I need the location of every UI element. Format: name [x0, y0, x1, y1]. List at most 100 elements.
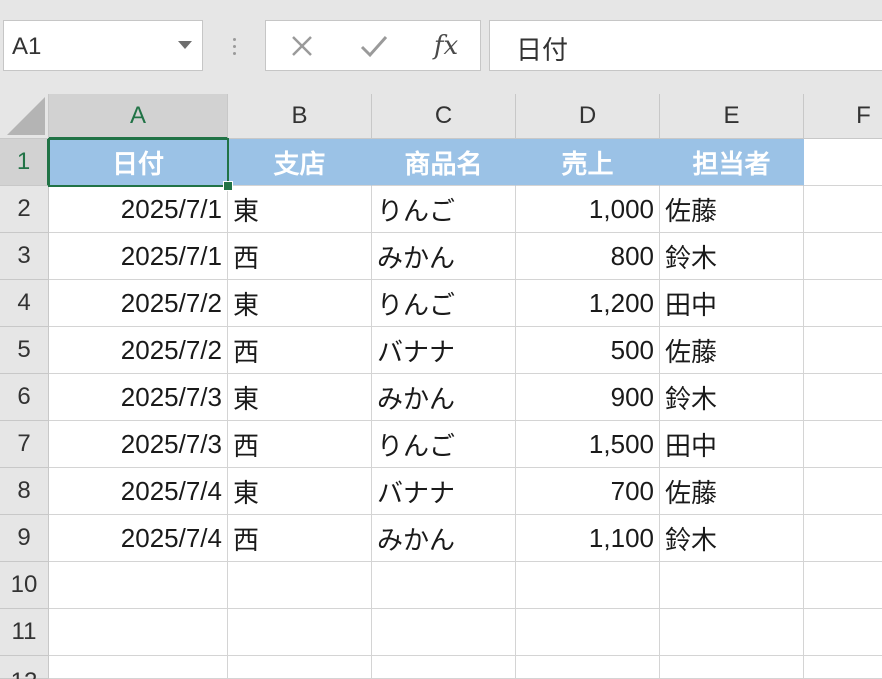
cancel-button[interactable]	[282, 27, 322, 65]
cell-d4[interactable]: 1,200	[516, 280, 660, 327]
cell-f1[interactable]	[804, 139, 882, 186]
column-header-b[interactable]: B	[228, 94, 372, 139]
row-header-3[interactable]: 3	[0, 233, 49, 280]
cell-d12[interactable]	[516, 656, 660, 679]
cell-e5[interactable]: 佐藤	[660, 327, 804, 374]
cell-f2[interactable]	[804, 186, 882, 233]
row-header-11[interactable]: 11	[0, 609, 49, 656]
column-header-e[interactable]: E	[660, 94, 804, 139]
cell-b9[interactable]: 西	[228, 515, 372, 562]
column-header-d[interactable]: D	[516, 94, 660, 139]
cell-a1[interactable]: 日付	[49, 139, 228, 186]
cell-c6[interactable]: みかん	[372, 374, 516, 421]
cell-b3[interactable]: 西	[228, 233, 372, 280]
cell-b5[interactable]: 西	[228, 327, 372, 374]
cell-c2[interactable]: りんご	[372, 186, 516, 233]
cell-b8[interactable]: 東	[228, 468, 372, 515]
cell-e3[interactable]: 鈴木	[660, 233, 804, 280]
cell-e7[interactable]: 田中	[660, 421, 804, 468]
cell-b10[interactable]	[228, 562, 372, 609]
cell-d1[interactable]: 売上	[516, 139, 660, 186]
select-all-button[interactable]	[0, 94, 49, 139]
cell-e9[interactable]: 鈴木	[660, 515, 804, 562]
cell-d2[interactable]: 1,000	[516, 186, 660, 233]
cell-f9[interactable]	[804, 515, 882, 562]
cell-b2[interactable]: 東	[228, 186, 372, 233]
row-header-8[interactable]: 8	[0, 468, 49, 515]
cell-a5[interactable]: 2025/7/2	[49, 327, 228, 374]
fill-handle[interactable]	[223, 181, 233, 191]
enter-button[interactable]	[354, 27, 394, 65]
cell-e4[interactable]: 田中	[660, 280, 804, 327]
cell-b1[interactable]: 支店	[228, 139, 372, 186]
cell-a4[interactable]: 2025/7/2	[49, 280, 228, 327]
cell-c3[interactable]: みかん	[372, 233, 516, 280]
insert-function-button[interactable]: fx	[426, 27, 466, 65]
row-header-5[interactable]: 5	[0, 327, 49, 374]
cell-e11[interactable]	[660, 609, 804, 656]
cell-c7[interactable]: りんご	[372, 421, 516, 468]
cell-a8[interactable]: 2025/7/4	[49, 468, 228, 515]
row-header-12[interactable]: 12	[0, 656, 49, 679]
name-box[interactable]: A1	[3, 20, 203, 71]
cell-a7[interactable]: 2025/7/3	[49, 421, 228, 468]
row-header-1[interactable]: 1	[0, 139, 49, 186]
cell-c4[interactable]: りんご	[372, 280, 516, 327]
cell-d7[interactable]: 1,500	[516, 421, 660, 468]
cell-b12[interactable]	[228, 656, 372, 679]
cell-d3[interactable]: 800	[516, 233, 660, 280]
cell-d10[interactable]	[516, 562, 660, 609]
cell-c10[interactable]	[372, 562, 516, 609]
cell-b7[interactable]: 西	[228, 421, 372, 468]
cell-f4[interactable]	[804, 280, 882, 327]
cell-d9[interactable]: 1,100	[516, 515, 660, 562]
cell-a12[interactable]	[49, 656, 228, 679]
cell-f10[interactable]	[804, 562, 882, 609]
cell-f8[interactable]	[804, 468, 882, 515]
cell-a6[interactable]: 2025/7/3	[49, 374, 228, 421]
cell-a3[interactable]: 2025/7/1	[49, 233, 228, 280]
cell-f7[interactable]	[804, 421, 882, 468]
formula-input[interactable]: 日付	[489, 20, 882, 71]
cell-b6[interactable]: 東	[228, 374, 372, 421]
cell-c8[interactable]: バナナ	[372, 468, 516, 515]
row-header-6[interactable]: 6	[0, 374, 49, 421]
cell-e6[interactable]: 鈴木	[660, 374, 804, 421]
row-header-10[interactable]: 10	[0, 562, 49, 609]
cell-c5[interactable]: バナナ	[372, 327, 516, 374]
chevron-down-icon[interactable]	[178, 41, 192, 49]
cell-c9[interactable]: みかん	[372, 515, 516, 562]
column-header-c[interactable]: C	[372, 94, 516, 139]
cell-c12[interactable]	[372, 656, 516, 679]
cell-b11[interactable]	[228, 609, 372, 656]
cell-f11[interactable]	[804, 609, 882, 656]
cell-f3[interactable]	[804, 233, 882, 280]
row-header-4[interactable]: 4	[0, 280, 49, 327]
cell-f5[interactable]	[804, 327, 882, 374]
cell-a10[interactable]	[49, 562, 228, 609]
row-header-2[interactable]: 2	[0, 186, 49, 233]
column-header-a[interactable]: A	[49, 94, 228, 139]
cell-c1[interactable]: 商品名	[372, 139, 516, 186]
cell-a11[interactable]	[49, 609, 228, 656]
cell-a9[interactable]: 2025/7/4	[49, 515, 228, 562]
cell-e8[interactable]: 佐藤	[660, 468, 804, 515]
column-header-f[interactable]: F	[804, 94, 882, 139]
row-header-9[interactable]: 9	[0, 515, 49, 562]
cell-e1[interactable]: 担当者	[660, 139, 804, 186]
cell-a2[interactable]: 2025/7/1	[49, 186, 228, 233]
cell-e10[interactable]	[660, 562, 804, 609]
row-header-7[interactable]: 7	[0, 421, 49, 468]
cell-f6[interactable]	[804, 374, 882, 421]
formula-bar-splitter[interactable]	[232, 36, 238, 58]
cell-b4[interactable]: 東	[228, 280, 372, 327]
cell-c11[interactable]	[372, 609, 516, 656]
cell-d11[interactable]	[516, 609, 660, 656]
cell-e2[interactable]: 佐藤	[660, 186, 804, 233]
cell-f12[interactable]	[804, 656, 882, 679]
cell-e12[interactable]	[660, 656, 804, 679]
name-box-value: A1	[12, 33, 42, 60]
cell-d6[interactable]: 900	[516, 374, 660, 421]
cell-d8[interactable]: 700	[516, 468, 660, 515]
cell-d5[interactable]: 500	[516, 327, 660, 374]
